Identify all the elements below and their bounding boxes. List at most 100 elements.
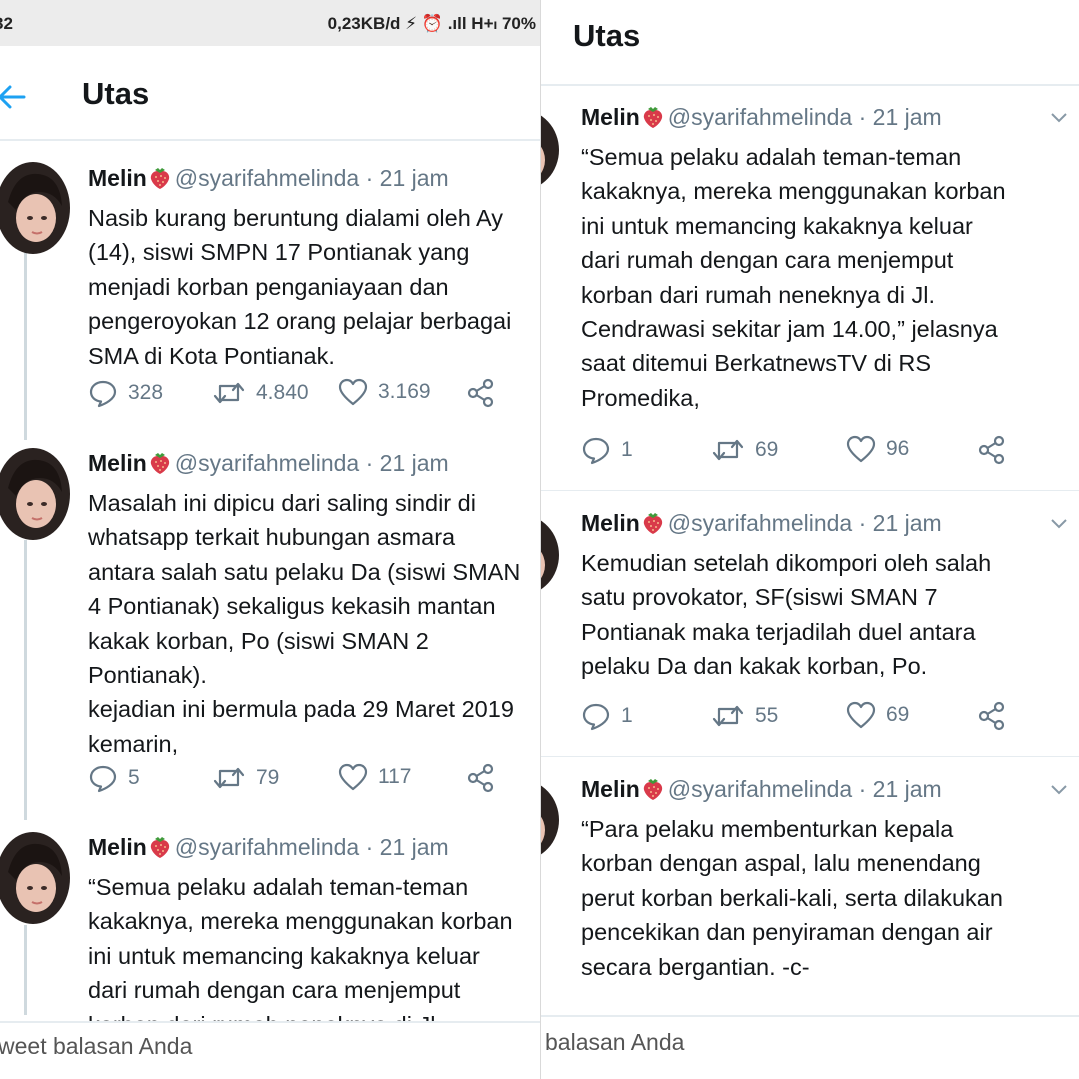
tweet-time: · 21 jam — [365, 834, 449, 860]
avatar[interactable] — [0, 162, 70, 254]
strawberry-emoji-icon — [642, 777, 664, 808]
right-screenshot-panel: Utas Melin @syarifahmelinda · 21 jam “Sem… — [540, 0, 1079, 1079]
like-button[interactable]: 96 — [846, 435, 909, 463]
like-count: 69 — [886, 703, 910, 726]
like-count: 117 — [378, 765, 412, 788]
author-handle[interactable]: @syarifahmelinda — [175, 450, 359, 476]
avatar[interactable] — [541, 780, 559, 860]
chevron-down-icon[interactable] — [1049, 782, 1069, 796]
tweet-time: · 21 jam — [858, 776, 942, 802]
tweet-time: · 21 jam — [858, 510, 942, 536]
share-icon — [467, 378, 494, 408]
tweet-line: whatsapp terkait hubungan asmara — [88, 524, 456, 551]
tweet-line: ini untuk memancing kakaknya keluar — [581, 212, 973, 239]
back-arrow-icon[interactable] — [0, 84, 26, 110]
tweet[interactable]: Melin @syarifahmelinda · 21 jam “Semua pe… — [581, 102, 1006, 415]
author-name[interactable]: Melin — [581, 510, 640, 536]
author-name[interactable]: Melin — [88, 165, 147, 191]
tweet-line: korban dengan aspal, lalu menendang — [581, 850, 981, 877]
like-button[interactable]: 117 — [338, 763, 411, 791]
author-name[interactable]: Melin — [581, 776, 640, 802]
reply-count: 1 — [621, 704, 633, 727]
retweet-button[interactable]: 69 — [711, 435, 778, 465]
tweet-line: “Semua pelaku adalah teman-teman — [88, 874, 469, 900]
share-button[interactable] — [977, 701, 1017, 731]
author-handle[interactable]: @syarifahmelinda — [668, 104, 852, 130]
author-handle[interactable]: @syarifahmelinda — [175, 834, 359, 860]
tweet-line: kakaknya, mereka menggunakan korban — [88, 908, 513, 935]
header-divider — [0, 139, 540, 141]
reply-button[interactable]: 1 — [581, 701, 633, 731]
status-indicators: 0,23KB/d ⚡ ⏰ .ıll H+ₗ 70% — [327, 14, 536, 33]
tweet[interactable]: Melin @syarifahmelinda · 21 jam “Semua pe… — [88, 832, 513, 1042]
chevron-down-icon[interactable] — [1049, 110, 1069, 124]
tweet-divider — [541, 756, 1079, 757]
reply-count: 1 — [621, 438, 633, 461]
tweet[interactable]: Melin @syarifahmelinda · 21 jam “Para pel… — [581, 774, 1003, 984]
retweet-button[interactable]: 79 — [212, 763, 279, 793]
chevron-down-icon[interactable] — [1049, 516, 1069, 530]
like-button[interactable]: 3.169 — [338, 378, 431, 406]
tweet-line: pelaku Da dan kakak korban, Po. — [581, 653, 928, 680]
reply-button[interactable]: 1 — [581, 435, 633, 465]
tweet-line: “Para pelaku membenturkan kepala — [581, 816, 954, 842]
reply-icon — [582, 437, 610, 465]
avatar-photo — [541, 515, 559, 595]
tweet[interactable]: Melin @syarifahmelinda · 21 jam Masalah i… — [88, 448, 520, 761]
tweet-header: Melin @syarifahmelinda · 21 jam — [88, 448, 520, 482]
avatar-photo — [541, 780, 559, 860]
page-title: Utas — [573, 18, 641, 53]
tweet-line: Masalah ini dipicu dari saling sindir di — [88, 490, 476, 516]
author-handle[interactable]: @syarifahmelinda — [668, 510, 852, 536]
retweet-icon — [712, 439, 744, 461]
reply-button[interactable]: 5 — [88, 763, 140, 793]
retweet-button[interactable]: 4.840 — [212, 378, 309, 408]
share-button[interactable] — [977, 435, 1017, 465]
like-button[interactable]: 69 — [846, 701, 909, 729]
tweet-line: menjadi korban penganiayaan dan — [88, 273, 449, 300]
strawberry-emoji-icon — [642, 105, 664, 136]
tweet-text: “Semua pelaku adalah teman-teman kakakny… — [88, 870, 513, 1042]
avatar[interactable] — [541, 515, 559, 595]
share-button[interactable] — [466, 763, 506, 793]
avatar[interactable] — [541, 110, 559, 190]
author-name[interactable]: Melin — [581, 104, 640, 130]
tweet-actions: 1 55 69 — [581, 701, 1051, 731]
author-name[interactable]: Melin — [88, 450, 147, 476]
retweet-button[interactable]: 55 — [711, 701, 778, 731]
tweet[interactable]: Melin @syarifahmelinda · 21 jam Kemudian … — [581, 508, 991, 684]
tweet-line: pengeroyokan 12 orang pelajar berbagai — [88, 308, 512, 335]
avatar-photo — [541, 110, 559, 190]
thread-connector — [24, 540, 27, 820]
tweet-divider — [541, 490, 1079, 491]
tweet-actions: 5 79 117 — [88, 763, 528, 793]
retweet-icon — [213, 382, 245, 404]
strawberry-emoji-icon — [149, 451, 171, 482]
tweet-line: saat ditemui BerkatnewsTV di RS — [581, 350, 932, 377]
reply-input-placeholder[interactable]: weet balasan Anda — [0, 1033, 192, 1060]
tweet-line: Pontianak maka terjadilah duel antara — [581, 618, 976, 645]
tweet[interactable]: Melin @syarifahmelinda · 21 jam Nasib kur… — [88, 163, 511, 373]
avatar[interactable] — [0, 448, 70, 540]
tweet-line: secara bergantian. -c- — [581, 953, 810, 980]
retweet-count: 55 — [755, 704, 779, 727]
like-icon — [338, 763, 368, 791]
like-icon — [846, 701, 876, 729]
author-handle[interactable]: @syarifahmelinda — [668, 776, 852, 802]
reply-input-placeholder[interactable]: balasan Anda — [545, 1029, 684, 1056]
tweet-line: (14), siswi SMPN 17 Pontianak yang — [88, 239, 470, 266]
tweet-line: “Semua pelaku adalah teman-teman — [581, 144, 962, 170]
tweet-header: Melin @syarifahmelinda · 21 jam — [581, 102, 1006, 136]
tweet-line: ini untuk memancing kakaknya keluar — [88, 942, 480, 969]
author-handle[interactable]: @syarifahmelinda — [175, 165, 359, 191]
reply-composer[interactable]: weet balasan Anda — [0, 1021, 540, 1079]
share-button[interactable] — [466, 378, 506, 408]
author-name[interactable]: Melin — [88, 834, 147, 860]
reply-count: 5 — [128, 766, 140, 789]
tweet-line: dari rumah dengan cara menjemput — [581, 247, 954, 274]
reply-composer[interactable]: balasan Anda — [541, 1015, 1079, 1079]
reply-button[interactable]: 328 — [88, 378, 163, 408]
reply-icon — [89, 380, 117, 408]
like-count: 3.169 — [378, 380, 431, 403]
avatar[interactable] — [0, 832, 70, 924]
